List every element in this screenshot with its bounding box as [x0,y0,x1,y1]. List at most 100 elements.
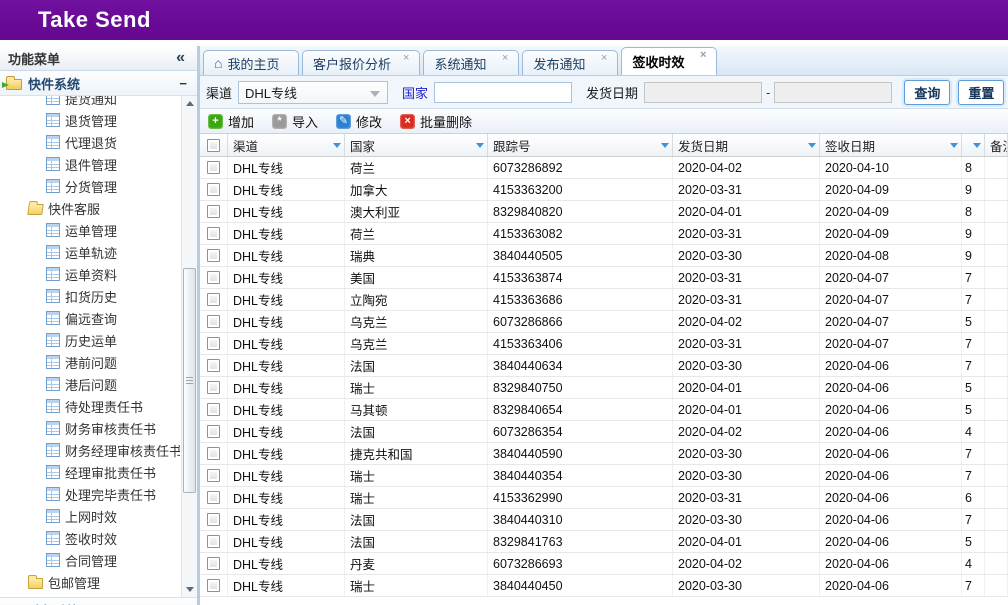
row-checkbox[interactable] [207,447,220,460]
row-checkbox[interactable] [207,183,220,196]
tab-close-icon[interactable]: × [490,53,508,64]
row-checkbox[interactable] [207,205,220,218]
table-row[interactable]: DHL专线 瑞士 3840440354 2020-03-30 2020-04-0… [200,465,1008,487]
date-from-input[interactable] [644,82,762,103]
date-to-input[interactable] [774,82,892,103]
column-header[interactable] [200,134,228,156]
column-header[interactable]: 国家 [345,134,488,156]
table-row[interactable]: DHL专线 荷兰 4153363082 2020-03-31 2020-04-0… [200,223,1008,245]
row-checkbox[interactable] [207,161,220,174]
tab[interactable]: 客户报价分析 × [302,50,420,75]
table-row[interactable]: DHL专线 捷克共和国 3840440590 2020-03-30 2020-0… [200,443,1008,465]
row-checkbox[interactable] [207,271,220,284]
table-row[interactable]: DHL专线 乌克兰 6073286866 2020-04-02 2020-04-… [200,311,1008,333]
table-row[interactable]: DHL专线 马其顿 8329840654 2020-04-01 2020-04-… [200,399,1008,421]
sidebar-section-finance[interactable]: 财务系统 [0,597,197,605]
collapse-sidebar-icon[interactable]: « [176,50,185,66]
table-row[interactable]: DHL专线 瑞士 3840440450 2020-03-30 2020-04-0… [200,575,1008,597]
tree-item[interactable]: 历史运单 [0,329,180,351]
scroll-up-icon[interactable] [182,96,198,112]
tree-item[interactable]: 代理退货 [0,131,180,153]
row-checkbox[interactable] [207,513,220,526]
table-row[interactable]: DHL专线 丹麦 6073286693 2020-04-02 2020-04-0… [200,553,1008,575]
toolbar-button[interactable]: * 导入 [272,112,318,131]
row-checkbox[interactable] [207,403,220,416]
sidebar-scrollbar[interactable] [181,96,197,597]
channel-select[interactable]: DHL专线 [238,81,388,104]
row-checkbox[interactable] [207,469,220,482]
row-checkbox[interactable] [207,315,220,328]
row-checkbox[interactable] [207,579,220,592]
sidebar-section-express[interactable]: 快件系统 − [0,71,197,96]
query-button[interactable]: 查询 [904,80,950,105]
tree-item[interactable]: 退件管理 [0,153,180,175]
scroll-down-icon[interactable] [182,581,198,597]
row-checkbox[interactable] [207,337,220,350]
row-checkbox[interactable] [207,535,220,548]
collapse-section-icon[interactable]: − [179,76,187,91]
toolbar-button[interactable]: + 增加 [208,112,254,131]
tab[interactable]: ⌂ 我的主页 [203,50,299,75]
row-checkbox[interactable] [207,359,220,372]
tree-item[interactable]: 运单资料 [0,263,180,285]
scroll-thumb[interactable] [183,268,196,493]
row-checkbox[interactable] [207,557,220,570]
tree-item[interactable]: 港后问题 [0,373,180,395]
tree-item[interactable]: 处理完毕责任书 [0,483,180,505]
tree-item[interactable]: 运单轨迹 [0,241,180,263]
country-input[interactable] [434,82,572,103]
filter-icon[interactable] [950,143,958,148]
tab-close-icon[interactable]: × [391,53,409,64]
toolbar-button[interactable]: ✎ 修改 [336,112,382,131]
filter-icon[interactable] [973,143,981,148]
tab-close-icon[interactable]: × [688,50,706,61]
table-row[interactable]: DHL专线 美国 4153363874 2020-03-31 2020-04-0… [200,267,1008,289]
row-checkbox[interactable] [207,227,220,240]
tree-item[interactable]: 分货管理 [0,175,180,197]
toolbar-button[interactable]: × 批量删除 [400,112,472,131]
table-row[interactable]: DHL专线 瑞士 8329840750 2020-04-01 2020-04-0… [200,377,1008,399]
tree-item[interactable]: 提货通知 [0,96,180,109]
table-row[interactable]: DHL专线 乌克兰 4153363406 2020-03-31 2020-04-… [200,333,1008,355]
column-header[interactable]: 签收日期 [820,134,962,156]
row-checkbox[interactable] [207,491,220,504]
select-all-checkbox[interactable] [207,139,220,152]
table-row[interactable]: DHL专线 法国 3840440310 2020-03-30 2020-04-0… [200,509,1008,531]
table-row[interactable]: DHL专线 瑞士 4153362990 2020-03-31 2020-04-0… [200,487,1008,509]
row-checkbox[interactable] [207,293,220,306]
table-row[interactable]: DHL专线 法国 8329841763 2020-04-01 2020-04-0… [200,531,1008,553]
tab-close-icon[interactable]: × [589,53,607,64]
column-header[interactable] [962,134,985,156]
filter-icon[interactable] [661,143,669,148]
tree-item[interactable]: 待处理责任书 [0,395,180,417]
table-row[interactable]: DHL专线 荷兰 6073286892 2020-04-02 2020-04-1… [200,157,1008,179]
tree-item[interactable]: 经理审批责任书 [0,461,180,483]
tree-item[interactable]: 签收时效 [0,527,180,549]
tree-item[interactable]: 包邮管理 [0,571,180,593]
column-header[interactable]: 备注 [985,134,1008,156]
table-row[interactable]: DHL专线 法国 3840440634 2020-03-30 2020-04-0… [200,355,1008,377]
tree-item[interactable]: 合同管理 [0,549,180,571]
table-row[interactable]: DHL专线 立陶宛 4153363686 2020-03-31 2020-04-… [200,289,1008,311]
tree-item[interactable]: 财务经理审核责任书 [0,439,180,461]
table-row[interactable]: DHL专线 加拿大 4153363200 2020-03-31 2020-04-… [200,179,1008,201]
column-header[interactable]: 发货日期 [673,134,820,156]
row-checkbox[interactable] [207,425,220,438]
table-row[interactable]: DHL专线 澳大利亚 8329840820 2020-04-01 2020-04… [200,201,1008,223]
tree-item[interactable]: 退货管理 [0,109,180,131]
tree-item[interactable]: 扣货历史 [0,285,180,307]
tree-item[interactable]: 快件客服 [0,197,180,219]
tree-item[interactable]: 港前问题 [0,351,180,373]
tab[interactable]: 系统通知 × [423,50,519,75]
tab[interactable]: 签收时效 × [621,47,717,75]
tree-item[interactable]: 财务审核责任书 [0,417,180,439]
row-checkbox[interactable] [207,249,220,262]
table-row[interactable]: DHL专线 瑞典 3840440505 2020-03-30 2020-04-0… [200,245,1008,267]
column-header[interactable]: 渠道 [228,134,345,156]
tab[interactable]: 发布通知 × [522,50,618,75]
filter-icon[interactable] [476,143,484,148]
column-header[interactable]: 跟踪号 [488,134,673,156]
tree-item[interactable]: 上网时效 [0,505,180,527]
tree-item[interactable]: 偏远查询 [0,307,180,329]
reset-button[interactable]: 重置 [958,80,1004,105]
